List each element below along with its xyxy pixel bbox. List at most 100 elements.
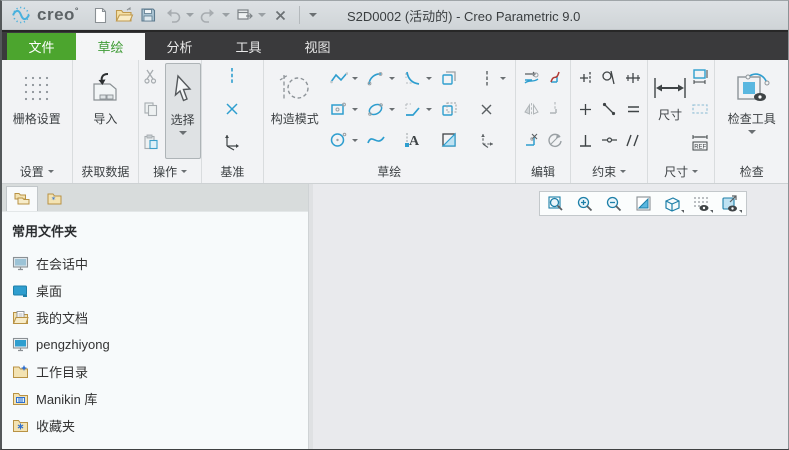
chevron-down-icon [222, 13, 231, 17]
save-button[interactable] [137, 4, 159, 26]
folder-item-manikin-library[interactable]: Manikin 库 [12, 385, 308, 412]
vertical-constraint-button[interactable] [574, 67, 596, 89]
new-file-button[interactable] [89, 4, 111, 26]
coincident-constraint-button[interactable] [598, 98, 620, 120]
chevron-down-icon[interactable] [351, 76, 358, 80]
display-style-button[interactable] [660, 193, 684, 214]
spline-button[interactable] [365, 129, 387, 151]
annotation-display-button[interactable] [718, 193, 742, 214]
folder-stack-icon [14, 193, 30, 205]
tab-analysis[interactable]: 分析 [145, 33, 214, 60]
mirror-button[interactable] [520, 98, 542, 120]
chevron-down-icon [178, 131, 187, 135]
regenerate-window-button[interactable] [233, 4, 255, 26]
group-label-dimension[interactable]: 尺寸 [648, 159, 715, 183]
tab-favorites[interactable]: * [38, 186, 70, 211]
chevron-down-icon[interactable] [351, 138, 358, 142]
midpoint-constraint-button[interactable] [622, 67, 644, 89]
offset-button[interactable] [439, 67, 461, 89]
folder-item-working-directory[interactable]: 工作目录 [12, 358, 308, 385]
thicken-button[interactable] [439, 98, 461, 120]
symmetric-constraint-button[interactable] [598, 129, 620, 151]
centerline-button[interactable] [476, 67, 498, 89]
delete-segment-button[interactable] [544, 67, 566, 89]
modify-button[interactable] [520, 67, 542, 89]
redo-dropdown[interactable] [221, 4, 231, 26]
fillet-button[interactable] [402, 67, 424, 89]
zoom-out-button[interactable] [602, 193, 626, 214]
horizontal-constraint-button[interactable] [574, 98, 596, 120]
equal-constraint-button[interactable] [622, 98, 644, 120]
midpoint-constraint-icon [626, 73, 641, 83]
folder-item-computer[interactable]: pengzhiyong [12, 331, 308, 358]
tangent-constraint-button[interactable] [598, 67, 620, 89]
folder-item-in-session[interactable]: 在会话中 [12, 250, 308, 277]
point-button[interactable] [476, 98, 498, 120]
folder-item-desktop[interactable]: 桌面 [12, 277, 308, 304]
chevron-down-icon[interactable] [351, 107, 358, 111]
redo-button[interactable] [197, 4, 219, 26]
divide-button[interactable] [544, 98, 566, 120]
coordinate-system-datum-button[interactable] [221, 131, 243, 153]
chevron-down-icon[interactable] [425, 107, 432, 111]
repaint-button[interactable] [631, 193, 655, 214]
in-graphics-toolbar [539, 191, 747, 216]
refit-button[interactable] [544, 193, 568, 214]
chevron-down-icon[interactable] [388, 107, 395, 111]
perpendicular-constraint-button[interactable] [574, 129, 596, 151]
chevron-down-icon [739, 210, 742, 213]
construction-mode-button[interactable]: 构造模式 [266, 63, 324, 159]
folder-item-my-documents[interactable]: 我的文档 [12, 304, 308, 331]
customize-toolbar-dropdown[interactable] [308, 4, 318, 26]
undo-dropdown[interactable] [185, 4, 195, 26]
corner-button[interactable] [520, 129, 542, 151]
graphics-area[interactable] [313, 184, 788, 449]
chevron-down-icon[interactable] [388, 76, 395, 80]
tab-file[interactable]: 文件 [7, 33, 76, 60]
line-chain-button[interactable] [328, 67, 350, 89]
tab-view[interactable]: 视图 [283, 33, 352, 60]
import-button[interactable]: 导入 [84, 63, 126, 159]
select-button[interactable]: 选择 [164, 63, 201, 159]
arc-button[interactable] [365, 67, 387, 89]
ellipse-button[interactable] [365, 98, 387, 120]
parallel-constraint-button[interactable] [622, 129, 644, 151]
in-session-icon [12, 256, 29, 271]
open-file-button[interactable] [113, 4, 135, 26]
centerline-datum-button[interactable] [221, 65, 243, 87]
palette-button[interactable] [439, 129, 461, 151]
group-label-constrain[interactable]: 约束 [571, 159, 647, 183]
group-edit: 编辑 [516, 60, 572, 183]
group-label-settings[interactable]: 设置 [2, 159, 72, 183]
cut-button[interactable] [140, 65, 162, 87]
perimeter-dimension-button[interactable] [689, 65, 711, 87]
circle-button[interactable] [328, 129, 350, 151]
copy-button[interactable] [140, 98, 162, 120]
paste-button[interactable] [140, 131, 162, 153]
chevron-down-icon [186, 13, 195, 17]
tab-folder-browser[interactable] [6, 186, 38, 211]
grid-settings-button[interactable]: 栅格设置 [9, 63, 65, 159]
baseline-dimension-button[interactable] [689, 98, 711, 120]
window-dropdown[interactable] [257, 4, 267, 26]
chevron-down-icon[interactable] [499, 76, 506, 80]
datum-display-filters-button[interactable] [689, 193, 713, 214]
favorites-folder-icon: * [47, 193, 61, 205]
close-window-button[interactable] [269, 4, 291, 26]
rotate-resize-button[interactable] [544, 129, 566, 151]
inspect-tools-button[interactable]: 检查工具 [724, 63, 780, 159]
undo-button[interactable] [161, 4, 183, 26]
chamfer-button[interactable] [402, 98, 424, 120]
group-label-operations[interactable]: 操作 [139, 159, 201, 183]
point-datum-button[interactable] [221, 98, 243, 120]
tab-sketch[interactable]: 草绘 [76, 33, 145, 60]
chevron-down-icon[interactable] [425, 76, 432, 80]
sketch-coordinate-system-button[interactable] [476, 129, 498, 151]
dimension-button[interactable]: 尺寸 [651, 63, 689, 159]
reference-dimension-button[interactable]: REF [689, 131, 711, 153]
zoom-in-button[interactable] [573, 193, 597, 214]
text-button[interactable]: A [402, 129, 424, 151]
folder-item-favorites[interactable]: 收藏夹 [12, 412, 308, 439]
rectangle-button[interactable] [328, 98, 350, 120]
tab-tools[interactable]: 工具 [214, 33, 283, 60]
